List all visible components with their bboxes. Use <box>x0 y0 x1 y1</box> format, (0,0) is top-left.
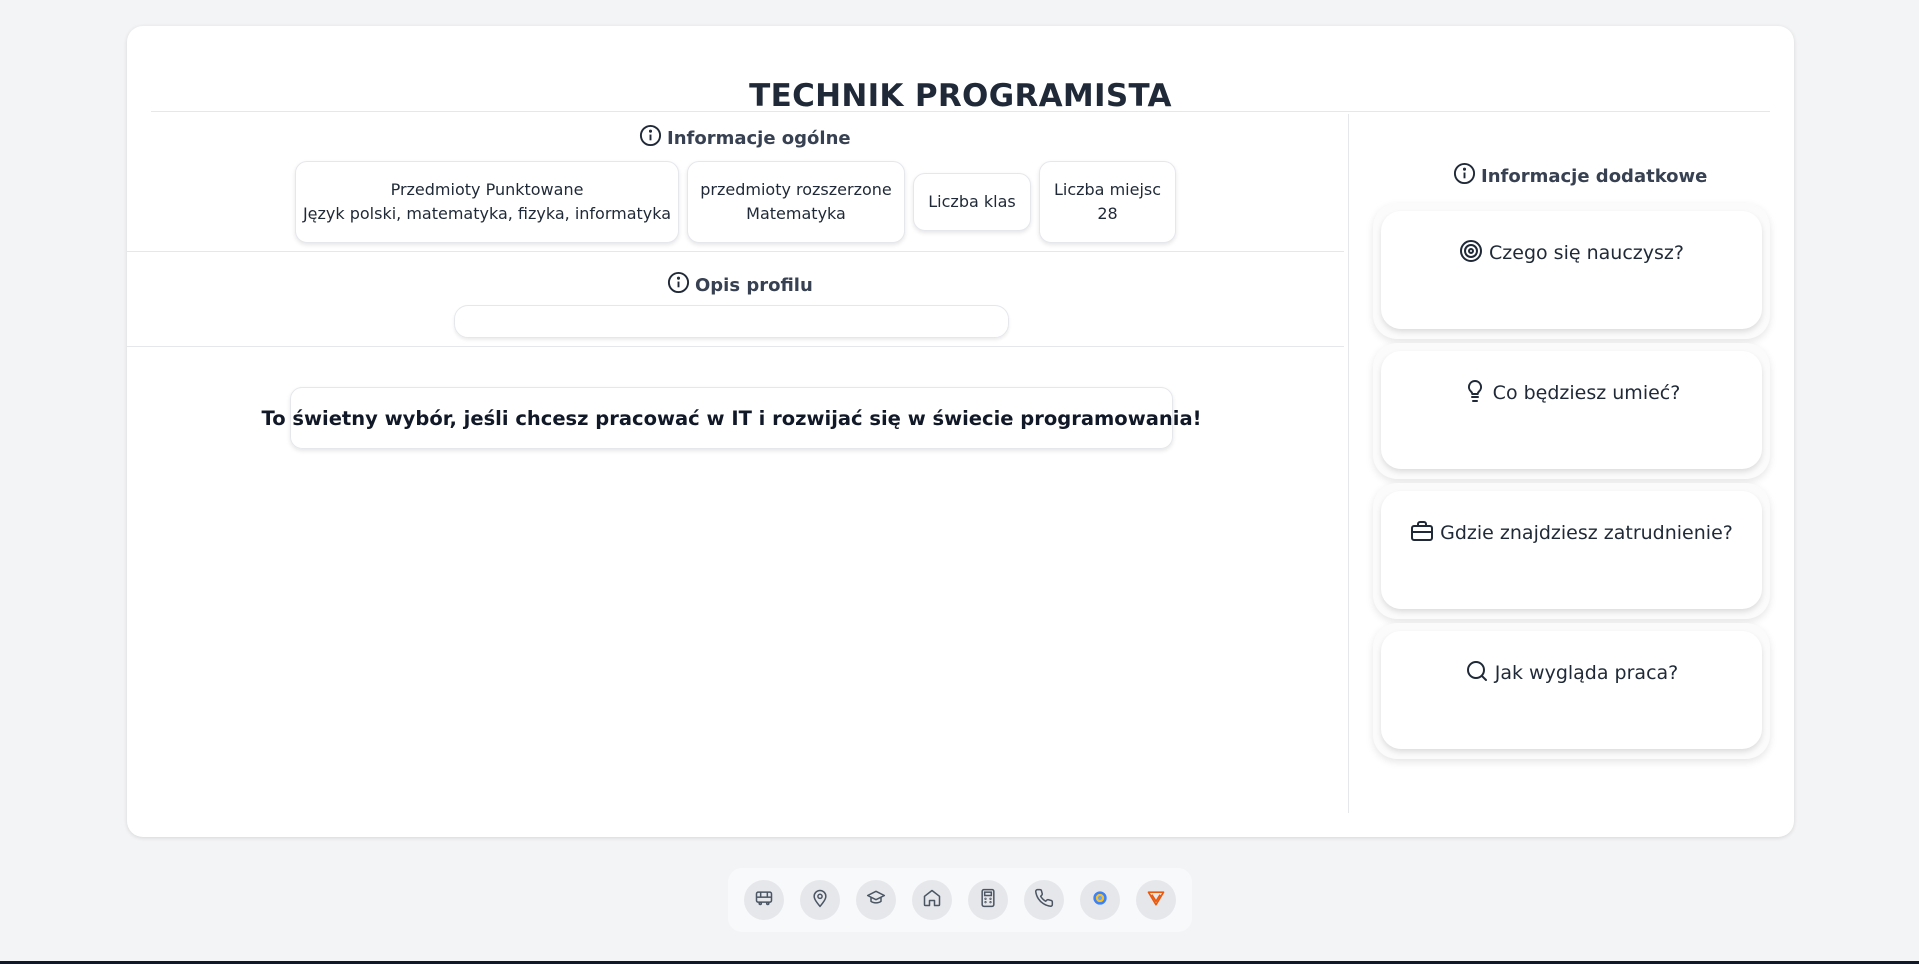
bus-icon <box>754 888 774 912</box>
info-card-wrapper: Gdzie znajdziesz zatrudnienie? <box>1373 483 1770 619</box>
recommendation-banner: To świetny wybór, jeśli chcesz pracować … <box>262 387 1202 449</box>
card-work-description[interactable]: Jak wygląda praca? <box>1381 631 1762 749</box>
map-pin-icon <box>810 888 830 912</box>
profile-heading: Opis profilu <box>667 271 813 299</box>
additional-info-heading: Informacje dodatkowe <box>1453 162 1707 190</box>
chip-seat-count: Liczba miejsc 28 <box>1039 161 1176 243</box>
page-title: TECHNIK PROGRAMISTA <box>749 78 1172 114</box>
info-card-wrapper: Czego się nauczysz? <box>1373 203 1770 339</box>
phone-button[interactable] <box>1024 880 1064 920</box>
chip-label: przedmioty rozszerzone <box>700 180 892 199</box>
profile-description <box>454 305 1009 338</box>
card-label: Gdzie znajdziesz zatrudnienie? <box>1440 522 1733 544</box>
lightbulb-icon <box>1463 379 1487 408</box>
calculator-icon <box>978 888 998 912</box>
app-logo-button[interactable] <box>1080 880 1120 920</box>
calculator-button[interactable] <box>968 880 1008 920</box>
profile-heading-text: Opis profilu <box>695 274 813 296</box>
brand-logo-button[interactable] <box>1136 880 1176 920</box>
graduation-cap-icon <box>866 888 886 912</box>
search-icon <box>1465 659 1489 688</box>
target-icon <box>1459 239 1483 268</box>
card-what-you-learn[interactable]: Czego się nauczysz? <box>1381 211 1762 329</box>
chip-label: Liczba klas <box>928 192 1016 211</box>
additional-info-heading-text: Informacje dodatkowe <box>1481 165 1708 187</box>
brand-logo-icon <box>1146 888 1166 912</box>
bottom-dock <box>728 868 1192 932</box>
section-divider <box>127 251 1344 252</box>
chip-extended-subjects: przedmioty rozszerzone Matematyka <box>687 161 905 243</box>
info-icon <box>639 124 662 152</box>
phone-icon <box>1034 888 1054 912</box>
title-divider <box>151 111 1770 112</box>
card-label: Jak wygląda praca? <box>1494 662 1679 684</box>
app-logo-icon <box>1090 888 1110 912</box>
general-info-heading-text: Informacje ogólne <box>667 127 851 149</box>
card-employment[interactable]: Gdzie znajdziesz zatrudnienie? <box>1381 491 1762 609</box>
card-label: Czego się nauczysz? <box>1489 242 1684 264</box>
main-card: TECHNIK PROGRAMISTA Informacje ogólne Pr… <box>127 26 1794 837</box>
briefcase-icon <box>1410 519 1434 548</box>
location-button[interactable] <box>800 880 840 920</box>
chip-scored-subjects: Przedmioty Punktowane Język polski, mate… <box>295 161 679 243</box>
chip-label: Liczba miejsc <box>1053 180 1162 199</box>
chip-class-count: Liczba klas <box>913 173 1031 231</box>
chip-value: Matematyka <box>746 204 846 223</box>
chip-label: Przedmioty Punktowane <box>390 180 584 199</box>
info-card-wrapper: Jak wygląda praca? <box>1373 623 1770 759</box>
card-what-you-can-do[interactable]: Co będziesz umieć? <box>1381 351 1762 469</box>
chip-value: Język polski, matematyka, fizyka, inform… <box>302 204 672 223</box>
info-icon <box>667 271 690 299</box>
card-label: Co będziesz umieć? <box>1492 382 1681 404</box>
chip-value: 28 <box>1097 204 1118 223</box>
general-info-heading: Informacje ogólne <box>639 124 851 152</box>
column-divider <box>1348 114 1349 813</box>
info-card-wrapper: Co będziesz umieć? <box>1373 343 1770 479</box>
education-button[interactable] <box>856 880 896 920</box>
bus-button[interactable] <box>744 880 784 920</box>
home-icon <box>922 888 942 912</box>
home-button[interactable] <box>912 880 952 920</box>
info-icon <box>1453 162 1476 190</box>
section-divider <box>127 346 1344 347</box>
